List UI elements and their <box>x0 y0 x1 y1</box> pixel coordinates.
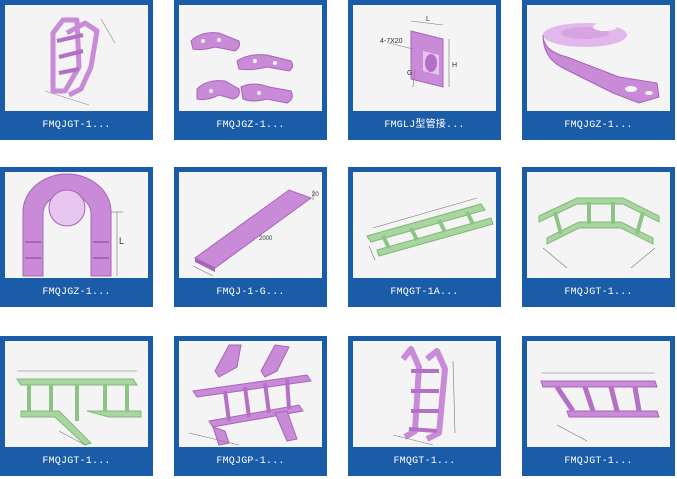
vertical-bend-ladder-tray-icon <box>44 17 116 106</box>
product-grid: FMQJGT-1... FMQJGZ-1... 4-7X20 L H G FMG… <box>0 0 677 479</box>
product-caption[interactable]: FMQJGZ-1... <box>0 278 153 307</box>
horizontal-bend-tray-icon <box>538 197 660 269</box>
product-image[interactable]: L <box>5 172 148 278</box>
product-image[interactable] <box>179 341 322 447</box>
cover-plate-icon: 2000 20 <box>192 189 319 277</box>
dimension-label: H <box>452 62 457 69</box>
product-image[interactable] <box>5 5 148 111</box>
product-card[interactable]: FMQJGT-1... <box>0 336 153 476</box>
product-card[interactable]: FMQJGP-1... <box>174 336 327 476</box>
product-link[interactable]: FMQJ-1-G... <box>216 287 284 298</box>
cross-tray-icon <box>188 344 312 446</box>
product-image[interactable] <box>179 5 322 111</box>
u-bend-fitting-icon: L <box>22 173 124 277</box>
bracket-fitting-icon <box>542 23 660 104</box>
product-link[interactable]: FMQJGZ-1... <box>216 120 284 131</box>
product-card[interactable]: FMQJGT-1... <box>522 167 675 307</box>
product-image[interactable] <box>527 341 670 447</box>
tee-tray-icon <box>16 370 142 446</box>
product-link[interactable]: FMQJGT-1... <box>42 120 110 131</box>
dimension-label: 4-7X20 <box>380 38 403 45</box>
product-card[interactable]: L FMQJGZ-1... <box>0 167 153 307</box>
product-image[interactable] <box>5 341 148 447</box>
product-card[interactable]: FMQGT-1A... <box>348 167 501 307</box>
product-caption[interactable]: FMQGT-1... <box>348 447 501 476</box>
product-link[interactable]: FMQJGZ-1... <box>564 120 632 131</box>
product-link[interactable]: FMQGT-1... <box>393 456 455 467</box>
product-caption[interactable]: FMQGT-1A... <box>348 278 501 307</box>
product-image[interactable] <box>353 172 496 278</box>
dimension-label: L <box>426 16 430 23</box>
product-card[interactable]: FMQJGZ-1... <box>522 0 675 140</box>
product-caption[interactable]: FMQJGT-1... <box>522 278 675 307</box>
product-caption[interactable]: FMQJGZ-1... <box>522 111 675 140</box>
product-card[interactable]: FMQGT-1... <box>348 336 501 476</box>
reducer-ladder-tray-icon <box>540 372 660 442</box>
product-card[interactable]: 4-7X20 L H G FMGLJ型管接... <box>348 0 501 140</box>
product-link[interactable]: FMQJGT-1... <box>42 456 110 467</box>
product-image[interactable] <box>353 341 496 447</box>
product-link[interactable]: FMGLJ型管接... <box>384 120 464 131</box>
connector-plates-icon <box>190 32 294 104</box>
product-image[interactable]: 4-7X20 L H G <box>353 5 496 111</box>
product-caption[interactable]: FMQJGZ-1... <box>174 111 327 140</box>
product-link[interactable]: FMQJGP-1... <box>216 456 284 467</box>
product-caption[interactable]: FMGLJ型管接... <box>348 111 501 140</box>
dimension-label: L <box>119 236 124 246</box>
dimension-label: 20 <box>312 192 319 198</box>
product-caption[interactable]: FMQJGT-1... <box>522 447 675 476</box>
product-caption[interactable]: FMQJGT-1... <box>0 111 153 140</box>
straight-ladder-tray-icon <box>366 197 494 261</box>
product-caption[interactable]: FMQJGP-1... <box>174 447 327 476</box>
dimension-label: G <box>407 70 412 77</box>
product-card[interactable]: FMQJGZ-1... <box>174 0 327 140</box>
product-link[interactable]: FMQJGT-1... <box>564 287 632 298</box>
product-card[interactable]: FMQJGT-1... <box>522 336 675 476</box>
product-image[interactable]: 2000 20 <box>179 172 322 278</box>
product-link[interactable]: FMQGT-1A... <box>390 287 458 298</box>
product-image[interactable] <box>527 172 670 278</box>
product-caption[interactable]: FMQJ-1-G... <box>174 278 327 307</box>
product-image[interactable] <box>527 5 670 111</box>
vertical-ladder-tray-icon <box>392 346 456 446</box>
product-card[interactable]: 2000 20 FMQJ-1-G... <box>174 167 327 307</box>
pipe-joint-plate-icon: 4-7X20 L H G <box>380 16 457 88</box>
dimension-label: 2000 <box>259 236 273 242</box>
product-link[interactable]: FMQJGT-1... <box>564 456 632 467</box>
product-card[interactable]: FMQJGT-1... <box>0 0 153 140</box>
product-caption[interactable]: FMQJGT-1... <box>0 447 153 476</box>
product-link[interactable]: FMQJGZ-1... <box>42 287 110 298</box>
